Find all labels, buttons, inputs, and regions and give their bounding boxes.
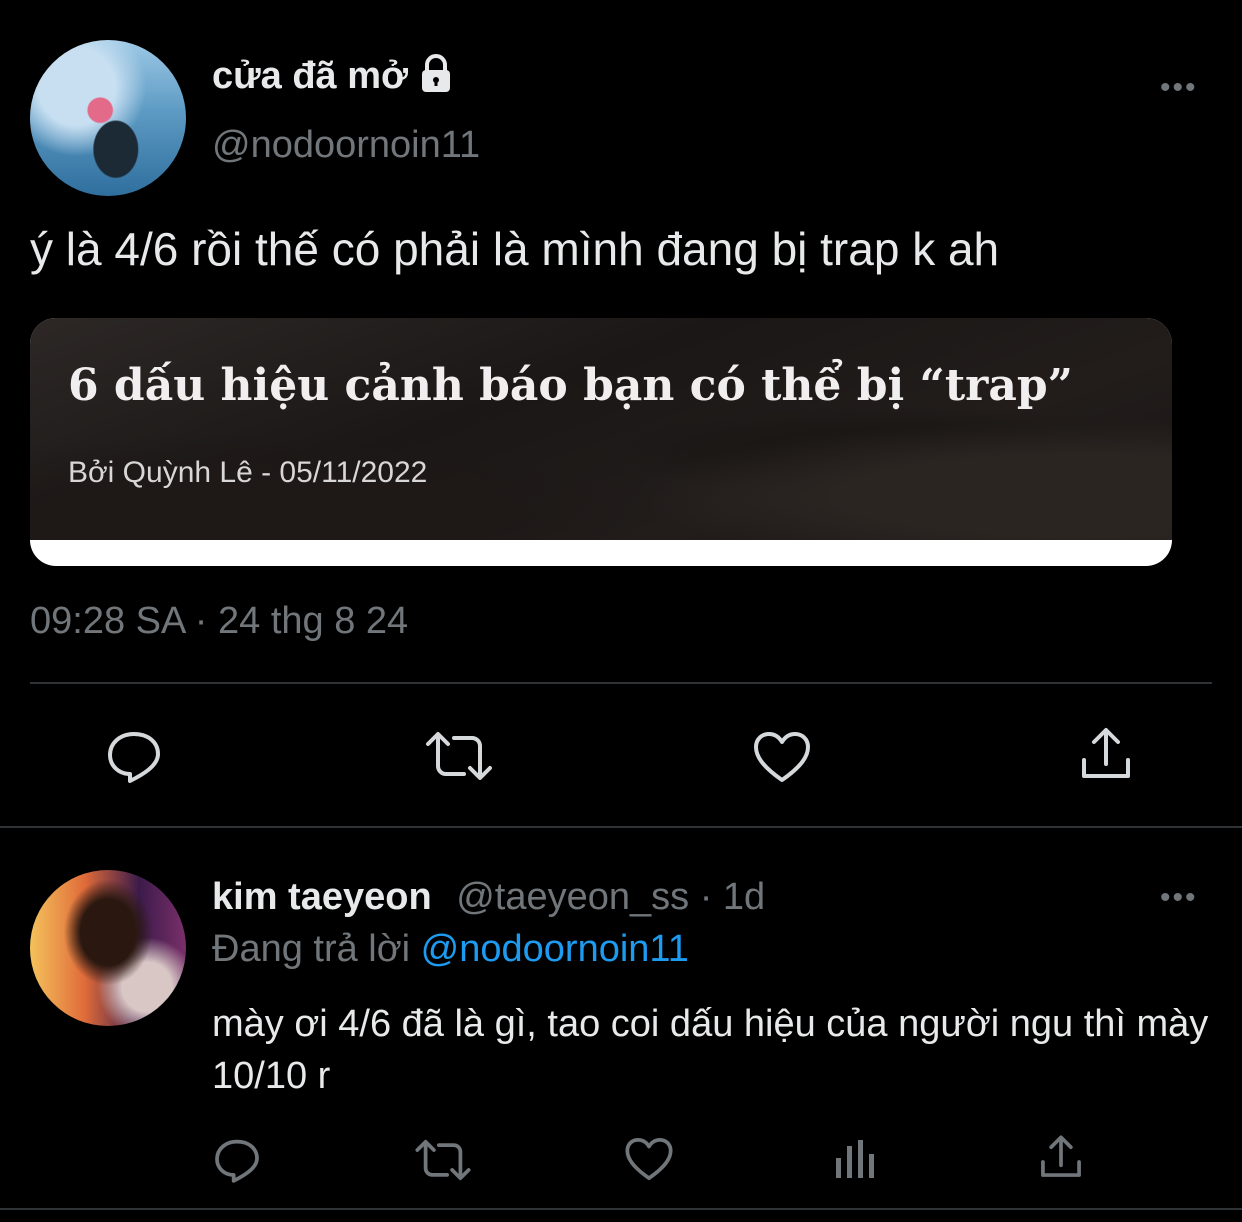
retweet-icon[interactable] bbox=[414, 1138, 472, 1182]
timestamp[interactable]: 09:28 SA · 24 thg 8 24 bbox=[30, 600, 408, 643]
replying-prefix: Đang trả lời bbox=[212, 928, 421, 970]
avatar[interactable] bbox=[30, 40, 186, 196]
more-options-button[interactable]: ••• bbox=[1160, 883, 1198, 913]
share-icon[interactable] bbox=[1078, 726, 1134, 782]
retweet-icon[interactable] bbox=[424, 730, 494, 782]
more-options-button[interactable]: ••• bbox=[1160, 73, 1198, 103]
reply-icon[interactable] bbox=[104, 728, 164, 784]
link-card[interactable]: 6 dấu hiệu cảnh báo bạn có thể bị “trap”… bbox=[30, 318, 1172, 566]
handle[interactable]: @nodoornoin11 bbox=[212, 124, 480, 167]
card-title: 6 dấu hiệu cảnh báo bạn có thể bị “trap” bbox=[68, 360, 1073, 411]
lock-icon bbox=[418, 54, 454, 99]
card-image bbox=[30, 318, 1172, 540]
reply-icon[interactable] bbox=[212, 1136, 262, 1184]
card-byline: Bởi Quỳnh Lê - 05/11/2022 bbox=[68, 456, 428, 489]
section-divider bbox=[0, 1208, 1242, 1210]
mention-link[interactable]: @nodoornoin11 bbox=[421, 928, 689, 970]
author-header: cửa đã mở bbox=[212, 54, 454, 99]
replying-to: Đang trả lời @nodoornoin11 bbox=[212, 928, 689, 971]
reply-text: mày ơi 4/6 đã là gì, tao coi dấu hiệu củ… bbox=[212, 1003, 1209, 1097]
display-name[interactable]: kim taeyeon bbox=[212, 876, 432, 918]
share-icon[interactable] bbox=[1038, 1134, 1084, 1180]
divider bbox=[30, 682, 1212, 684]
section-divider bbox=[0, 826, 1242, 828]
avatar[interactable] bbox=[30, 870, 186, 1026]
display-name[interactable]: cửa đã mở bbox=[212, 55, 408, 98]
like-icon[interactable] bbox=[624, 1136, 674, 1182]
tweet-text: ý là 4/6 rồi thế có phải là mình đang bị… bbox=[30, 223, 1000, 275]
analytics-icon[interactable] bbox=[834, 1138, 878, 1180]
handle-time[interactable]: @taeyeon_ss · 1d bbox=[456, 876, 765, 918]
like-icon[interactable] bbox=[752, 730, 812, 784]
reply-header: kim taeyeon @taeyeon_ss · 1d bbox=[212, 876, 765, 919]
